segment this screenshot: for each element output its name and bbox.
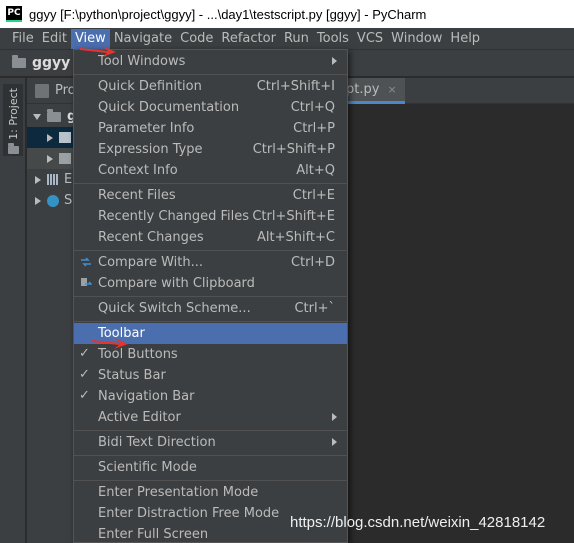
chevron-right-icon[interactable] <box>35 196 41 205</box>
menu-item-recent-files[interactable]: Recent Files Ctrl+E <box>74 185 347 206</box>
menu-item-compare-with-clipboard[interactable]: Compare with Clipboard <box>74 273 347 294</box>
menu-item-label: Quick Documentation <box>98 100 240 115</box>
menu-item-label: Quick Switch Scheme... <box>98 301 251 316</box>
menu-item-recent-changes[interactable]: Recent Changes Alt+Shift+C <box>74 227 347 248</box>
project-tool-tab[interactable]: 1: Project <box>3 84 23 156</box>
submenu-arrow-icon <box>332 57 337 65</box>
menu-item-context-info[interactable]: Context Info Alt+Q <box>74 160 347 181</box>
menu-run[interactable]: Run <box>280 29 313 49</box>
menu-item-label: Active Editor <box>98 410 181 425</box>
folder-icon <box>47 108 61 122</box>
menu-item-navigation-bar[interactable]: ✓ Navigation Bar <box>74 386 347 407</box>
menu-item-label: Quick Definition <box>98 79 202 94</box>
menu-item-status-bar[interactable]: ✓ Status Bar <box>74 365 347 386</box>
menu-item-enter-presentation-mode[interactable]: Enter Presentation Mode <box>74 482 347 503</box>
menu-navigate[interactable]: Navigate <box>110 29 176 49</box>
close-icon[interactable]: × <box>387 83 396 96</box>
project-tool-tab-label: 1: Project <box>6 88 20 140</box>
menu-item-label: Tool Buttons <box>98 347 178 362</box>
menu-item-shortcut: Alt+Shift+C <box>256 230 335 245</box>
check-icon: ✓ <box>79 388 90 403</box>
menu-item-label: Scientific Mode <box>98 460 197 475</box>
submenu-arrow-icon <box>332 438 337 446</box>
check-icon: ✓ <box>79 346 90 361</box>
menu-item-shortcut: Ctrl+D <box>290 255 335 270</box>
menu-item-shortcut: Ctrl+Shift+P <box>252 142 335 157</box>
menu-item-quick-switch-scheme[interactable]: Quick Switch Scheme... Ctrl+` <box>74 298 347 319</box>
folder-icon <box>59 132 71 143</box>
menu-item-label: Status Bar <box>98 368 166 383</box>
menu-item-active-editor[interactable]: Active Editor <box>74 407 347 428</box>
menu-item-shortcut: Ctrl+Q <box>290 100 335 115</box>
pycharm-app-icon: PC <box>6 6 22 22</box>
chevron-right-icon[interactable] <box>47 154 53 163</box>
menu-item-label: Recent Changes <box>98 230 204 245</box>
scratches-icon <box>47 194 59 207</box>
tree-row-label: S <box>64 193 73 208</box>
menu-item-label: Compare with Clipboard <box>98 276 255 291</box>
menu-item-bidi-text-direction[interactable]: Bidi Text Direction <box>74 432 347 453</box>
chevron-down-icon[interactable] <box>33 113 41 120</box>
menu-item-compare-with[interactable]: Compare With... Ctrl+D <box>74 252 347 273</box>
menu-item-label: Parameter Info <box>98 121 195 136</box>
menu-refactor[interactable]: Refactor <box>217 29 280 49</box>
menu-tools[interactable]: Tools <box>313 29 353 49</box>
library-icon <box>47 174 59 185</box>
menu-item-shortcut: Ctrl+Shift+I <box>256 79 335 94</box>
view-menu-dropdown: Tool Windows Quick Definition Ctrl+Shift… <box>73 49 348 543</box>
menu-item-scientific-mode[interactable]: Scientific Mode <box>74 457 347 478</box>
menu-item-label: Context Info <box>98 163 178 178</box>
menu-item-label: Recently Changed Files <box>98 209 250 224</box>
menu-window[interactable]: Window <box>387 29 446 49</box>
menu-item-label: Toolbar <box>98 326 145 341</box>
chevron-right-icon[interactable] <box>47 133 53 142</box>
submenu-arrow-icon <box>332 413 337 421</box>
check-icon: ✓ <box>79 367 90 382</box>
menu-vcs[interactable]: VCS <box>353 29 387 49</box>
menu-item-parameter-info[interactable]: Parameter Info Ctrl+P <box>74 118 347 139</box>
menu-code[interactable]: Code <box>176 29 217 49</box>
menu-item-label: Expression Type <box>98 142 203 157</box>
title-bar: PC ggyy [F:\python\project\ggyy] - ...\d… <box>0 0 574 28</box>
menu-item-shortcut: Ctrl+P <box>293 121 335 136</box>
compare-icon <box>81 257 91 267</box>
menu-item-label: Compare With... <box>98 255 204 270</box>
menu-file[interactable]: File <box>8 29 38 49</box>
annotation-arrow-toolbar <box>92 338 128 349</box>
menu-item-label: Recent Files <box>98 188 176 203</box>
folder-icon <box>12 55 26 68</box>
annotation-arrow-view <box>80 46 116 57</box>
menu-help[interactable]: Help <box>446 29 484 49</box>
folder-icon <box>59 153 71 164</box>
menu-item-expression-type[interactable]: Expression Type Ctrl+Shift+P <box>74 139 347 160</box>
nav-project-crumb[interactable]: ggyy <box>32 55 70 71</box>
window-title: ggyy [F:\python\project\ggyy] - ...\day1… <box>29 6 427 22</box>
menu-item-shortcut: Alt+Q <box>296 163 335 178</box>
menu-item-shortcut: Ctrl+E <box>292 188 335 203</box>
menu-item-label: Navigation Bar <box>98 389 195 404</box>
watermark-text: https://blog.csdn.net/weixin_42818142 <box>290 514 546 531</box>
menu-item-label: Enter Presentation Mode <box>98 485 259 500</box>
project-view-icon <box>35 83 49 98</box>
menu-item-label: Tool Windows <box>98 54 186 69</box>
menu-item-shortcut: Ctrl+Shift+E <box>252 209 335 224</box>
editor-tab-label: pt.py <box>346 82 380 97</box>
left-tool-strip: 1: Project <box>0 78 26 543</box>
clipboard-compare-icon <box>81 278 92 286</box>
menu-item-quick-documentation[interactable]: Quick Documentation Ctrl+Q <box>74 97 347 118</box>
chevron-right-icon[interactable] <box>35 175 41 184</box>
folder-icon <box>7 142 19 154</box>
menu-edit[interactable]: Edit <box>38 29 71 49</box>
menu-item-shortcut: Ctrl+` <box>294 301 335 316</box>
menu-item-recently-changed-files[interactable]: Recently Changed Files Ctrl+Shift+E <box>74 206 347 227</box>
menu-item-label: Bidi Text Direction <box>98 435 216 450</box>
menu-item-quick-definition[interactable]: Quick Definition Ctrl+Shift+I <box>74 76 347 97</box>
tree-row-label: E <box>64 172 73 187</box>
